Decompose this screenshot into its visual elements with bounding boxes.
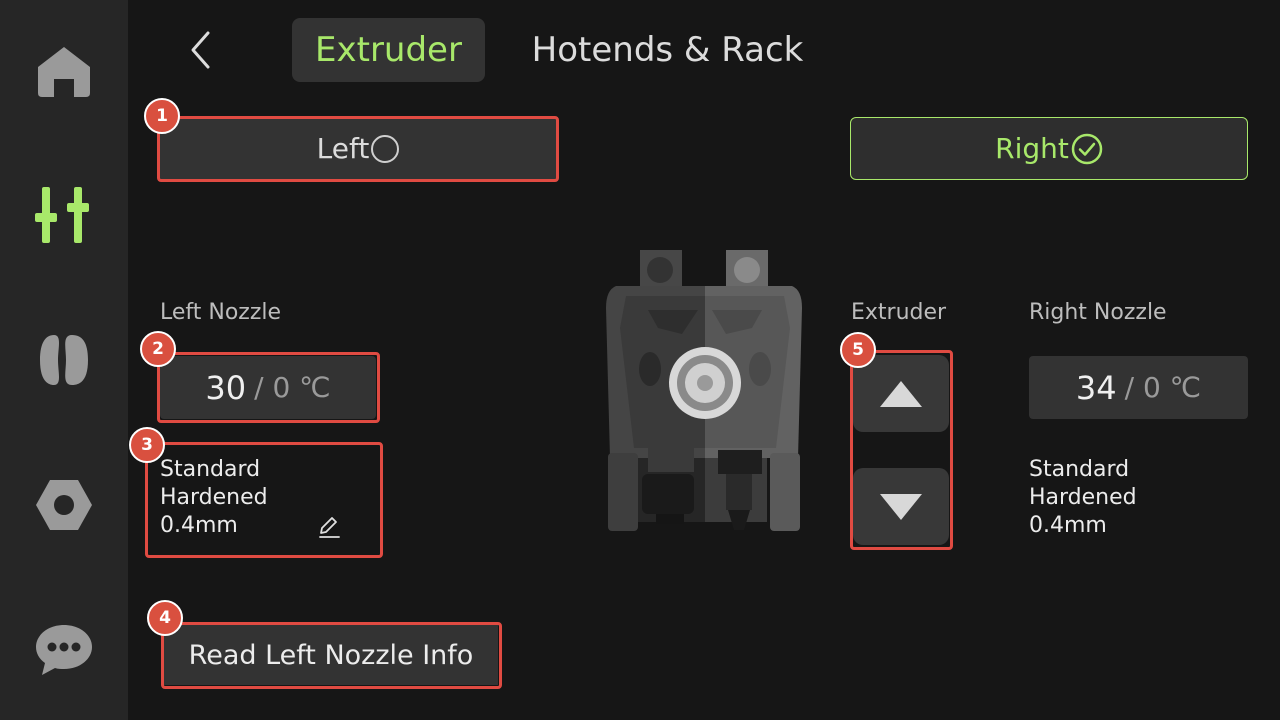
annotation-badge-4: 4 <box>147 600 183 636</box>
extruder-label: Extruder <box>851 300 947 325</box>
right-nozzle-title: Right Nozzle <box>1029 300 1167 325</box>
annotation-badge-1: 1 <box>144 98 180 134</box>
right-temp-target: / 0 ℃ <box>1124 371 1202 404</box>
nav-filament[interactable] <box>0 315 128 405</box>
left-temp-current: 30 <box>205 368 247 407</box>
right-nozzle-temp[interactable]: 34 / 0 ℃ <box>1029 356 1248 419</box>
tab-extruder[interactable]: Extruder <box>292 18 485 82</box>
right-nozzle-type: Standard <box>1029 457 1130 482</box>
left-nozzle-info[interactable]: Standard Hardened 0.4mm <box>160 456 268 540</box>
extrude-down-button[interactable] <box>853 468 949 545</box>
nav-controls[interactable] <box>0 170 128 260</box>
chevron-left-icon <box>191 31 210 69</box>
home-icon <box>38 47 90 97</box>
nav-home[interactable] <box>0 27 128 117</box>
right-nozzle-diameter: 0.4mm <box>1029 513 1107 538</box>
sidebar <box>0 0 128 720</box>
nav-messages[interactable] <box>0 605 128 695</box>
annotation-badge-5: 5 <box>840 332 876 368</box>
radio-unchecked-icon <box>371 134 400 163</box>
triangle-down-icon <box>880 493 922 520</box>
left-nozzle-title: Left Nozzle <box>160 300 282 325</box>
extruder-illustration <box>606 250 802 531</box>
edit-icon[interactable] <box>316 514 342 540</box>
left-extruder-button[interactable]: Left <box>159 117 557 180</box>
left-nozzle-material: Hardened <box>160 485 268 510</box>
read-left-nozzle-info-button[interactable]: Read Left Nozzle Info <box>164 625 498 685</box>
annotation-badge-2: 2 <box>140 331 176 367</box>
extrude-up-button[interactable] <box>853 355 949 432</box>
back-button[interactable] <box>178 28 222 72</box>
triangle-up-icon <box>880 380 922 407</box>
check-circle-icon <box>1071 133 1103 164</box>
right-extruder-button[interactable]: Right <box>850 117 1248 180</box>
left-nozzle-temp[interactable]: 30 / 0 ℃ <box>160 356 376 419</box>
left-label: Left <box>316 132 370 165</box>
message-icon <box>36 625 92 675</box>
left-nozzle-diameter: 0.4mm <box>160 513 238 538</box>
controls-icon <box>35 187 89 243</box>
annotation-badge-3: 3 <box>129 427 165 463</box>
right-label: Right <box>995 132 1069 165</box>
left-nozzle-type: Standard <box>160 457 261 482</box>
nut-icon <box>36 480 92 530</box>
right-temp-current: 34 <box>1075 368 1117 407</box>
right-nozzle-material: Hardened <box>1029 485 1137 510</box>
tab-hotends-rack[interactable]: Hotends & Rack <box>515 18 820 82</box>
left-temp-target: / 0 ℃ <box>254 371 331 404</box>
right-nozzle-info: Standard Hardened 0.4mm <box>1029 456 1137 540</box>
nav-maintenance[interactable] <box>0 460 128 550</box>
filament-icon <box>40 335 88 385</box>
